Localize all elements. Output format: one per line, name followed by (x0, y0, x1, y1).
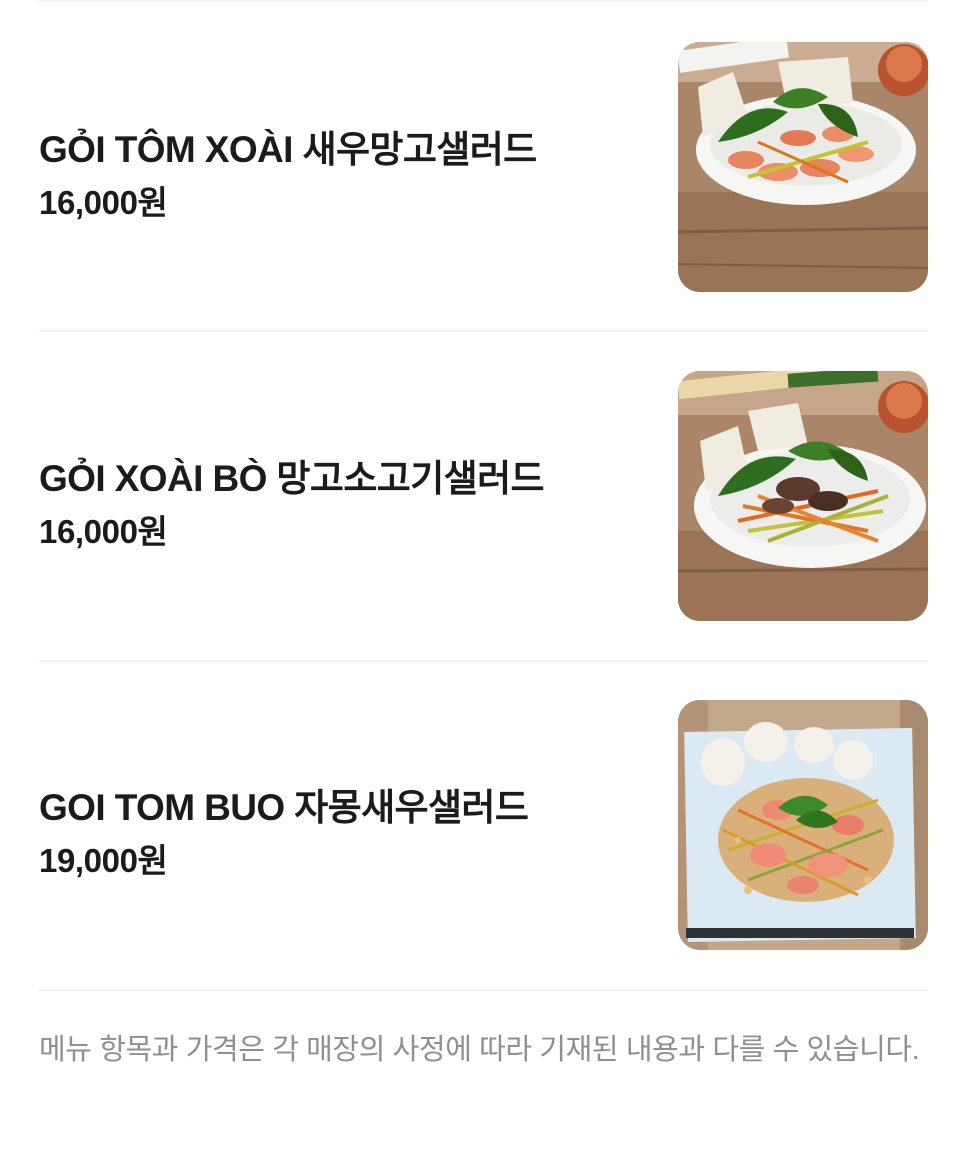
menu-item-name: GỎI XOÀI BÒ 망고소고기샐러드 (39, 458, 545, 499)
divider (39, 660, 928, 662)
menu-item-price: 16,000원 (39, 184, 168, 221)
menu-item-shrimp-mango-salad[interactable]: GỎI TÔM XOÀI 새우망고샐러드 16,000원 (39, 42, 928, 292)
menu-item-name: GOI TOM BUO 자몽새우샐러드 (39, 787, 529, 828)
divider (39, 989, 928, 991)
grapefruit-shrimp-salad-image[interactable] (678, 700, 928, 950)
menu-item-beef-mango-salad[interactable]: GỎI XOÀI BÒ 망고소고기샐러드 16,000원 (39, 371, 928, 621)
menu-page: GỎI TÔM XOÀI 새우망고샐러드 16,000원 GỎI XOÀI BÒ… (0, 0, 966, 1161)
price-disclaimer: 메뉴 항목과 가격은 각 매장의 사정에 따라 기재된 내용과 다를 수 있습니… (39, 1034, 920, 1066)
divider (39, 0, 928, 2)
beef-mango-salad-image[interactable] (678, 371, 928, 621)
divider (39, 330, 928, 332)
menu-item-name: GỎI TÔM XOÀI 새우망고샐러드 (39, 129, 537, 170)
menu-item-price: 16,000원 (39, 513, 168, 550)
menu-item-price: 19,000원 (39, 842, 168, 879)
menu-item-grapefruit-shrimp-salad[interactable]: GOI TOM BUO 자몽새우샐러드 19,000원 (39, 700, 928, 950)
shrimp-mango-salad-image[interactable] (678, 42, 928, 292)
